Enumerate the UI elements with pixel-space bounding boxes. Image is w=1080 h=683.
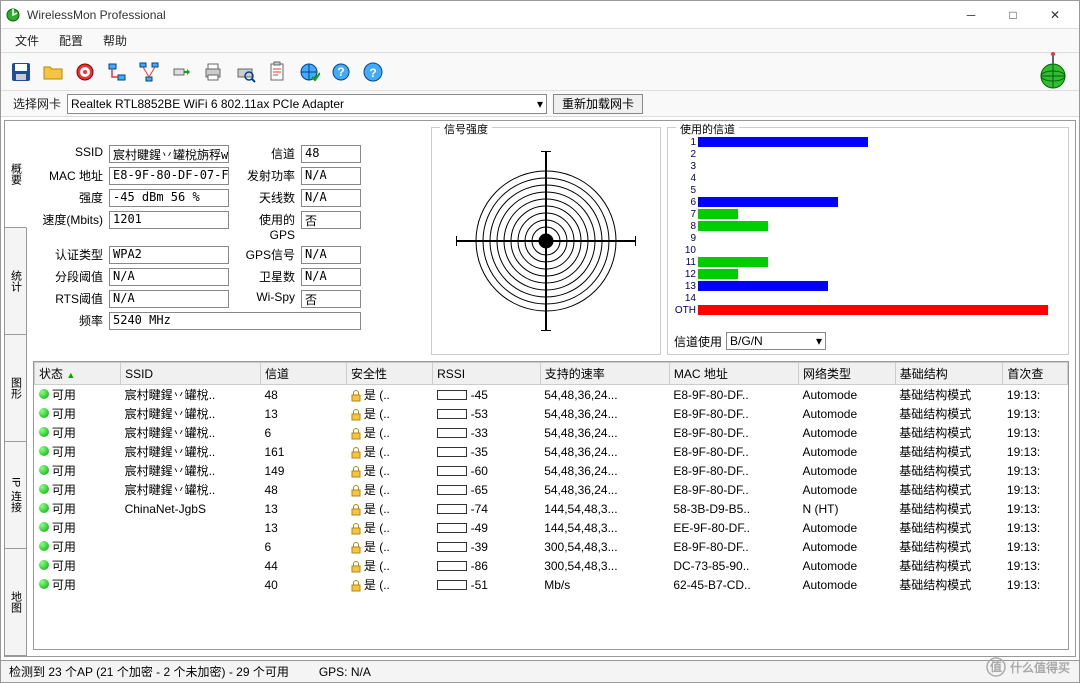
table-row[interactable]: 可用44 是 (..-86300,54,48,3...DC-73-85-90..… [35,556,1068,575]
printer-icon[interactable] [199,58,227,86]
table-row[interactable]: 可用ChinaNet-JgbS13 是 (..-74144,54,48,3...… [35,499,1068,518]
channel-label: 信道 [235,145,295,163]
txpower-label: 发射功率 [235,167,295,185]
strength-label: 强度 [33,189,103,207]
satellite-label: 卫星数 [235,268,295,286]
channel-use-label: 信道使用 [674,333,722,350]
globe-antenna-icon [1033,52,1073,92]
table-row[interactable]: 可用宸村睷鍟丷罐梲..13 是 (..-5354,48,36,24...E8-9… [35,404,1068,423]
gps-use-value: 否 [301,211,361,229]
ap-grid[interactable]: 状态 ▲SSID信道安全性RSSI支持的速率MAC 地址网络类型基础结构首次查 … [33,361,1069,650]
channel-title: 使用的信道 [676,121,739,137]
tab-map[interactable]: 地图 [5,549,26,656]
minimize-button[interactable]: ─ [951,3,991,27]
speed-label: 速度(Mbits) [33,211,103,242]
strength-value: -45 dBm 56 % [109,189,229,207]
print-preview-icon[interactable] [231,58,259,86]
channel-value: 48 [301,145,361,163]
title: WirelessMon Professional [27,8,951,22]
close-button[interactable]: ✕ [1035,3,1075,27]
app-icon [5,7,21,23]
gps-signal-value: N/A [301,246,361,264]
svg-text:?: ? [337,65,344,79]
mac-value: E8-9F-80-DF-07-FF [109,167,229,185]
tab-stats[interactable]: 统计 [5,228,26,335]
antenna-label: 天线数 [235,189,295,207]
ssid-label: SSID [33,145,103,163]
satellite-value: N/A [301,268,361,286]
menu-config[interactable]: 配置 [49,30,93,51]
auth-label: 认证类型 [33,246,103,264]
menu-help[interactable]: 帮助 [93,30,137,51]
frag-label: 分段阈值 [33,268,103,286]
tab-ip[interactable]: IP 连接 [5,442,26,549]
save-icon[interactable] [7,58,35,86]
table-row[interactable]: 可用40 是 (..-51 Mb/s62-45-B7-CD..Automode基… [35,575,1068,594]
nic-select[interactable]: Realtek RTL8852BE WiFi 6 802.11ax PCIe A… [67,94,547,114]
globe-check-icon[interactable] [295,58,323,86]
txpower-value: N/A [301,167,361,185]
svg-text:?: ? [369,66,376,80]
frag-value: N/A [109,268,229,286]
nic-reload-button[interactable]: 重新加载网卡 [553,94,643,114]
tab-graph[interactable]: 图形 [5,335,26,442]
channel-panel: 使用的信道 1234567891011121314OTH 信道使用 B/G/N▾ [667,127,1069,355]
rts-label: RTS阈值 [33,290,103,308]
ssid-value: 宸村睷鍟丷罐梲旃稃wh [109,145,229,163]
table-row[interactable]: 可用宸村睷鍟丷罐梲..149 是 (..-6054,48,36,24...E8-… [35,461,1068,480]
connect-icon[interactable] [167,58,195,86]
table-row[interactable]: 可用6 是 (..-39300,54,48,3...E8-9F-80-DF..A… [35,537,1068,556]
mac-label: MAC 地址 [33,167,103,185]
maximize-button[interactable]: □ [993,3,1033,27]
globe-question-icon[interactable]: ? [327,58,355,86]
info-panel: SSID 宸村睷鍟丷罐梲旃稃wh 信道 48 MAC 地址 E8-9F-80-DF-0… [33,127,425,355]
network1-icon[interactable] [103,58,131,86]
side-tabs: 概要 统计 图形 IP 连接 地图 [5,121,27,656]
signal-panel: 信号强度 [431,127,661,355]
table-row[interactable]: 可用13 是 (..-49144,54,48,3...EE-9F-80-DF..… [35,518,1068,537]
svg-text:值: 值 [990,659,1002,674]
menu-file[interactable]: 文件 [5,30,49,51]
toolbar: ? ? [1,53,1079,91]
nic-row: 选择网卡 Realtek RTL8852BE WiFi 6 802.11ax P… [1,91,1079,117]
table-row[interactable]: 可用宸村睷鍟丷罐梲..48 是 (..-4554,48,36,24...E8-9… [35,385,1068,405]
channel-use-select[interactable]: B/G/N▾ [726,332,826,350]
menubar: 文件 配置 帮助 [1,29,1079,53]
rts-value: N/A [109,290,229,308]
channel-bars: 1234567891011121314OTH [674,136,1062,330]
auth-value: WPA2 [109,246,229,264]
table-row[interactable]: 可用宸村睷鍟丷罐梲..48 是 (..-6554,48,36,24...E8-9… [35,480,1068,499]
table-row[interactable]: 可用宸村睷鍟丷罐梲..161 是 (..-3554,48,36,24...E8-… [35,442,1068,461]
speed-value: 1201 [109,211,229,229]
status-gps: GPS: N/A [319,665,371,679]
target-icon[interactable] [71,58,99,86]
titlebar: WirelessMon Professional ─ □ ✕ [1,1,1079,29]
antenna-value: N/A [301,189,361,207]
network2-icon[interactable] [135,58,163,86]
watermark: 值 什么值得买 [986,657,1070,677]
status-ap-count: 检测到 23 个AP (21 个加密 - 2 个未加密) - 29 个可用 [9,663,289,680]
signal-title: 信号强度 [440,121,492,137]
nic-label: 选择网卡 [13,95,61,112]
help-icon[interactable]: ? [359,58,387,86]
folder-icon[interactable] [39,58,67,86]
clipboard-icon[interactable] [263,58,291,86]
freq-value: 5240 MHz [109,312,361,330]
table-row[interactable]: 可用宸村睷鍟丷罐梲..6 是 (..-3354,48,36,24...E8-9F… [35,423,1068,442]
gps-use-label: 使用的GPS [235,211,295,242]
wispy-value: 否 [301,290,361,308]
freq-label: 频率 [33,312,103,330]
tab-summary[interactable]: 概要 [5,121,27,228]
gps-signal-label: GPS信号 [235,246,295,264]
wispy-label: Wi-Spy [235,290,295,308]
statusbar: 检测到 23 个AP (21 个加密 - 2 个未加密) - 29 个可用 GP… [1,660,1079,682]
radar-chart [432,128,660,354]
